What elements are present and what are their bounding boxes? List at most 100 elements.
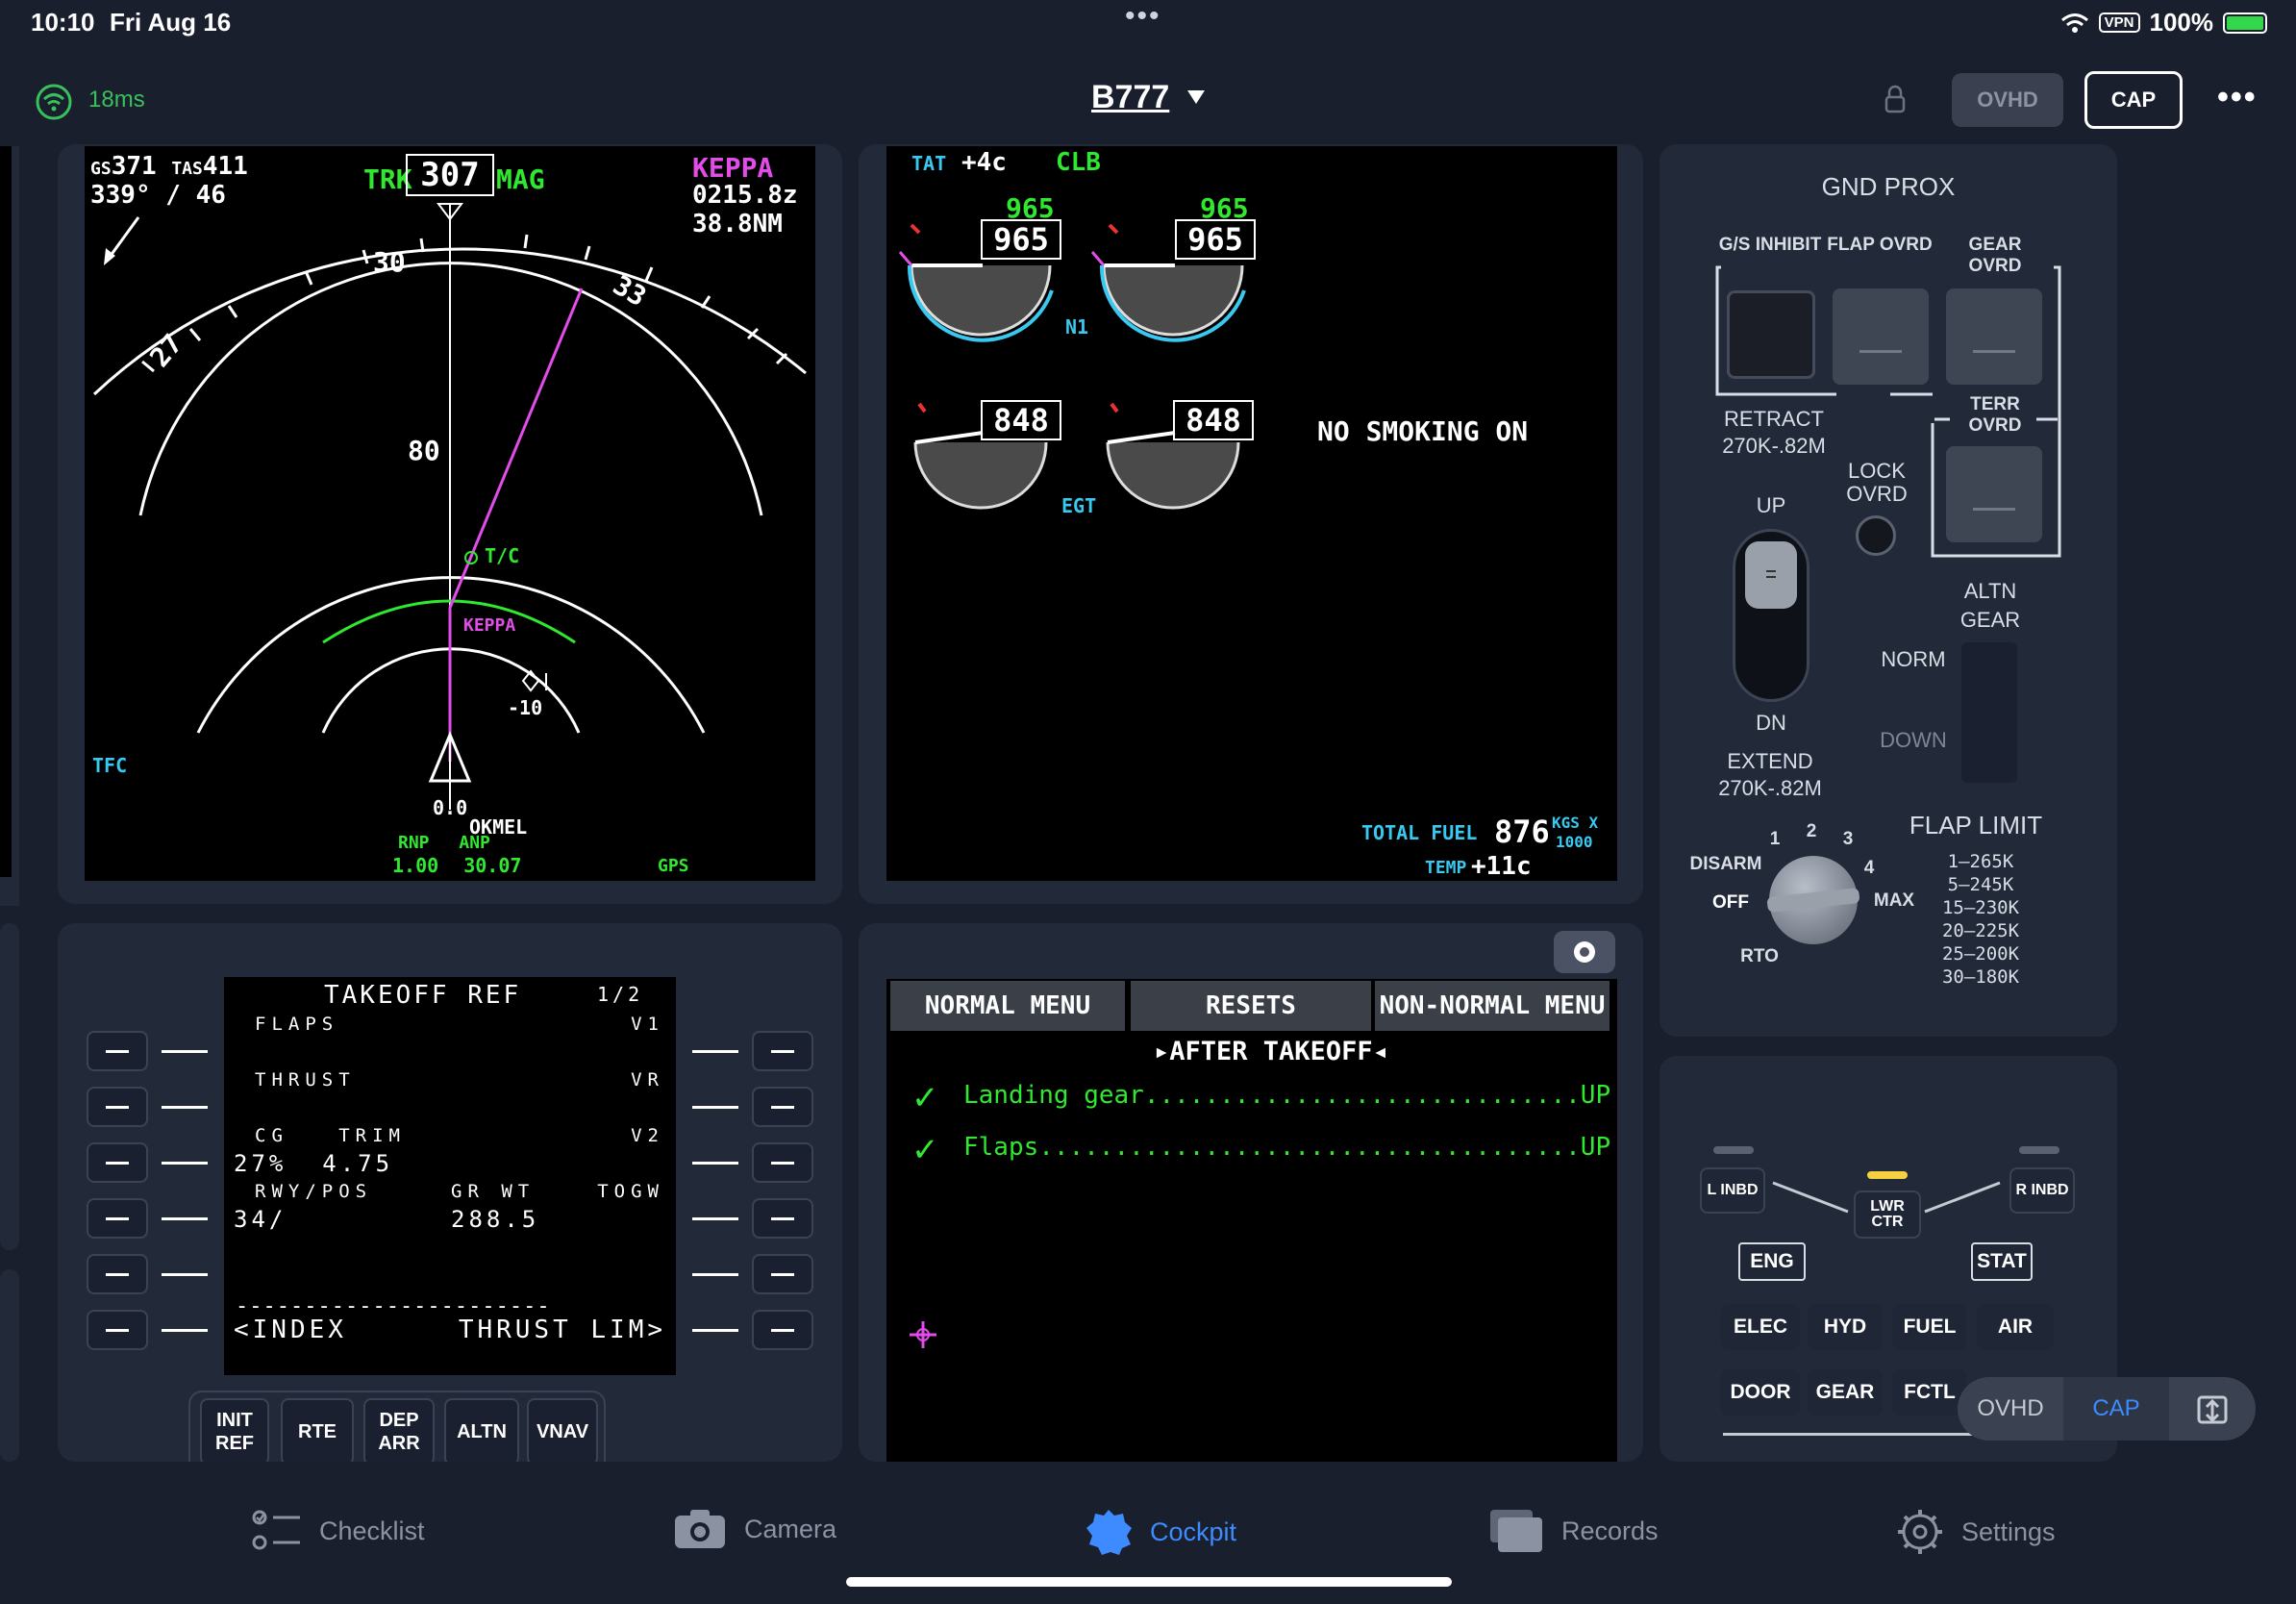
lsk-4r[interactable] (752, 1198, 813, 1239)
stat-button[interactable]: STAT (1971, 1242, 2033, 1281)
ovhd-button[interactable]: OVHD (1952, 73, 2063, 127)
lsk-2r[interactable] (752, 1087, 813, 1127)
lsk-2l[interactable] (87, 1087, 148, 1127)
gs-value: 371 (111, 152, 157, 181)
cap-button[interactable]: CAP (2084, 71, 2183, 129)
lock-ovrd-button[interactable] (1856, 515, 1896, 556)
tab-non-normal-menu[interactable]: NON-NORMAL MENU (1375, 981, 1610, 1031)
tab-settings[interactable]: Settings (1896, 1508, 2056, 1556)
knob-disarm: DISARM (1689, 854, 1762, 874)
checklist-item[interactable]: Landing gear............................… (963, 1081, 1610, 1110)
autobrake-knob[interactable] (1766, 856, 1860, 944)
l-inbd-button[interactable]: L INBD (1700, 1167, 1765, 1214)
lsk-5r[interactable] (752, 1254, 813, 1294)
elec-button[interactable]: ELEC (1721, 1304, 1800, 1350)
lsk-1r[interactable] (752, 1031, 813, 1071)
tab-settings-label: Settings (1961, 1516, 2056, 1546)
terr-ovrd-label: TERR OVRD (1968, 394, 2022, 436)
lwr-ctr-button[interactable]: LWR CTR (1854, 1190, 1921, 1239)
tab-cockpit[interactable]: Cockpit (1085, 1508, 1236, 1556)
tab-camera[interactable]: Camera (673, 1508, 836, 1550)
egt-right-readout: 848 (1173, 400, 1254, 440)
lsk-4l[interactable] (87, 1198, 148, 1239)
dep-arr-key[interactable]: DEP ARR (363, 1398, 435, 1466)
tab-records[interactable]: Records (1488, 1508, 1659, 1554)
cdu-r4-label: TOGW (597, 1181, 664, 1202)
lsk-1l[interactable] (87, 1031, 148, 1071)
cdu-l1-label: FLAPS (255, 1014, 339, 1035)
cdu-r2-label: VR (631, 1069, 664, 1090)
checklist-item[interactable]: Flaps...................................… (963, 1133, 1610, 1162)
n1-left-readout: 965 (981, 219, 1061, 260)
door-button[interactable]: DOOR (1721, 1369, 1800, 1416)
fuel-unit-2: 1000 (1556, 833, 1593, 851)
lsk-6l[interactable] (87, 1310, 148, 1350)
lsk-6r[interactable] (752, 1310, 813, 1350)
gs-inhibit-switch[interactable] (1727, 290, 1815, 379)
knob-max: MAX (1873, 890, 1915, 911)
altn-key[interactable]: ALTN (444, 1398, 519, 1466)
knob-1: 1 (1769, 829, 1781, 849)
gear-lever[interactable] (1733, 529, 1809, 702)
lock-icon[interactable] (1884, 85, 1906, 113)
record-button[interactable] (1554, 931, 1615, 973)
init-ref-key[interactable]: INIT REF (200, 1398, 269, 1466)
checkmark-icon: ✓ (911, 1080, 939, 1116)
chevron-down-icon[interactable] (1187, 90, 1205, 104)
knob-rto: RTO (1740, 946, 1779, 966)
segment-ovhd[interactable]: OVHD (1958, 1377, 2063, 1441)
knob-4: 4 (1863, 858, 1875, 878)
aircraft-selector[interactable]: B777 (1091, 79, 1169, 116)
altn-gear-label: ALTN GEAR (1959, 579, 2021, 632)
cdu-index-prompt[interactable]: <INDEX (234, 1316, 347, 1344)
eng-button[interactable]: ENG (1738, 1242, 1806, 1281)
terr-ovrd-switch[interactable] (1946, 446, 2042, 542)
lsk-5l[interactable] (87, 1254, 148, 1294)
egt-label: EGT (1061, 494, 1097, 517)
gear-button[interactable]: GEAR (1808, 1369, 1883, 1416)
wifi-icon (2060, 13, 2088, 33)
tab-checklist-label: Checklist (319, 1516, 425, 1545)
gear-icon (1898, 1510, 1942, 1554)
altn-gear-switch[interactable] (1961, 642, 2017, 783)
cdu-thrust-lim-prompt[interactable]: THRUST LIM> (459, 1316, 666, 1344)
segment-swap[interactable] (2169, 1377, 2256, 1441)
tab-normal-menu[interactable]: NORMAL MENU (890, 981, 1125, 1031)
cdu-l3-label: CG TRIM (255, 1125, 406, 1146)
r-inbd-button[interactable]: R INBD (2009, 1167, 2075, 1214)
multitask-dots[interactable]: ••• (1125, 0, 1161, 33)
lock-ovrd-label: LOCK OVRD (1846, 459, 1908, 506)
n1-right-readout: 965 (1175, 219, 1256, 260)
flap-ovrd-switch[interactable] (1833, 288, 1929, 385)
tab-checklist[interactable]: Checklist (252, 1508, 425, 1554)
gs-label: GS (90, 159, 112, 179)
anp-label: ANP (459, 833, 490, 853)
total-fuel-value: 876 (1494, 814, 1550, 850)
tas-value: 411 (202, 152, 248, 181)
trk-label: TRK (363, 163, 412, 195)
tab-resets[interactable]: RESETS (1131, 981, 1371, 1031)
range-label: 80 (408, 435, 440, 466)
lsk-3l[interactable] (87, 1142, 148, 1183)
rte-key[interactable]: RTE (281, 1398, 354, 1466)
more-menu-icon[interactable]: ••• (2217, 79, 2258, 116)
cdu-r3-label: V2 (631, 1125, 664, 1146)
cockpit-icon (1086, 1510, 1132, 1555)
vnav-key[interactable]: VNAV (527, 1398, 598, 1466)
knob-2: 2 (1806, 821, 1817, 841)
flap-limit-list: 1–265K 5–245K 15–230K 20–225K 25–200K 30–180… (1941, 851, 2020, 988)
fuel-button[interactable]: FUEL (1892, 1304, 1967, 1350)
fctl-button[interactable]: FCTL (1892, 1369, 1967, 1416)
segment-cap[interactable]: CAP (2063, 1377, 2169, 1441)
cdu-l2-label: THRUST (255, 1069, 356, 1090)
n1-label: N1 (1065, 315, 1089, 338)
checklist-title: ▸AFTER TAKEOFF◂ (1154, 1037, 1388, 1066)
lsk-3r[interactable] (752, 1142, 813, 1183)
gps-label: GPS (658, 856, 689, 876)
battery-icon (2223, 12, 2267, 34)
home-indicator[interactable] (846, 1577, 1452, 1587)
air-button[interactable]: AIR (1977, 1304, 2054, 1350)
gear-ovrd-switch[interactable] (1946, 288, 2042, 385)
hyd-button[interactable]: HYD (1808, 1304, 1883, 1350)
gear-ovrd-label: GEAR OVRD (1968, 235, 2022, 276)
